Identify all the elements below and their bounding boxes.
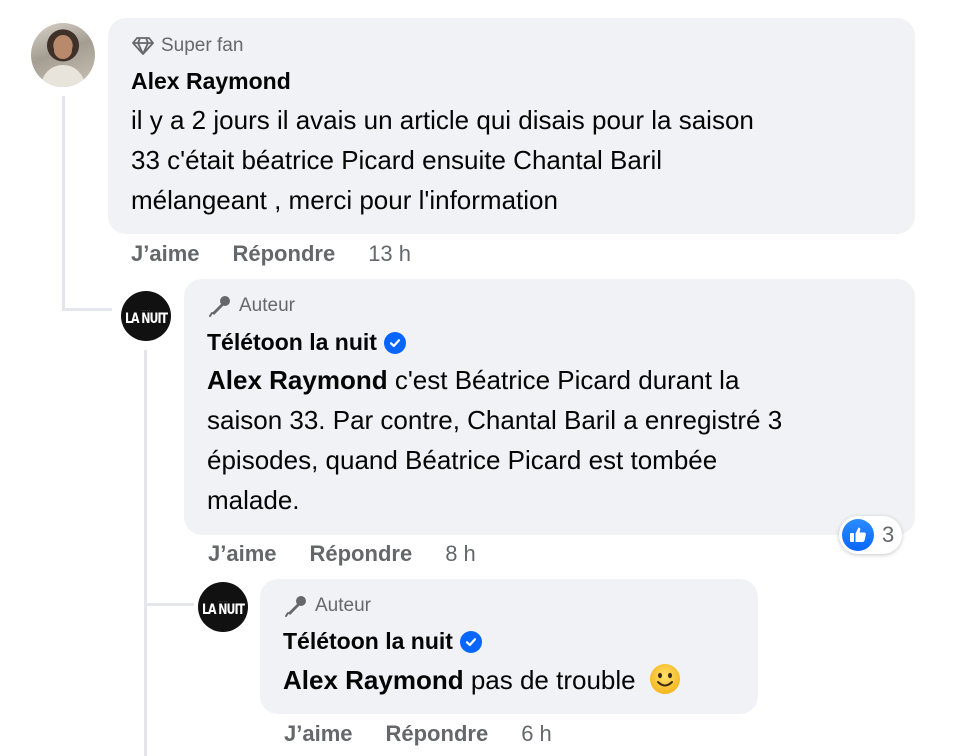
author-name[interactable]: Alex Raymond [131, 68, 291, 95]
reaction-count: 3 [882, 522, 895, 547]
timestamp[interactable]: 8 h [445, 541, 476, 567]
verified-badge-icon [383, 331, 406, 354]
author-badge: Auteur [284, 595, 371, 617]
thread-line-main [62, 96, 65, 311]
microphone-icon [208, 295, 232, 317]
thread-line-reply [144, 350, 147, 606]
badge-label: Super fan [161, 35, 244, 56]
comment-actions: J’aime Répondre 8 h [208, 541, 476, 567]
comment-bubble: Super fan Alex Raymond il y a 2 jours il… [108, 18, 915, 234]
like-button[interactable]: J’aime [131, 241, 200, 267]
comment-actions: J’aime Répondre 13 h [131, 241, 411, 267]
badge-label: Auteur [239, 295, 295, 316]
reaction-summary[interactable]: 3 [839, 516, 903, 554]
comment-line: saison 33. Par contre, Chantal Baril a e… [207, 405, 783, 435]
comment-line: malade. [207, 485, 300, 515]
comment-bubble: Auteur Télétoon la nuit Alex Raymond pas… [260, 579, 758, 714]
avatar[interactable]: ····· LA NUIT [121, 291, 171, 341]
author-name-text: Alex Raymond [131, 68, 291, 94]
author-name-text: Télétoon la nuit [283, 628, 453, 654]
reply-button[interactable]: Répondre [386, 721, 489, 747]
comment-text: Alex Raymond pas de trouble [283, 660, 753, 700]
avatar[interactable] [31, 23, 95, 87]
like-button[interactable]: J’aime [208, 541, 277, 567]
smiling-face-emoji-icon [649, 663, 681, 695]
diamond-icon [132, 36, 154, 56]
like-icon [842, 519, 874, 551]
comment-line: mélangeant , merci pour l'information [131, 185, 558, 215]
avatar-logo-text: LA NUIT [201, 600, 245, 618]
comment-line: il y a 2 jours il avais un article qui d… [131, 105, 754, 135]
author-name-text: Télétoon la nuit [207, 329, 377, 355]
comment-line: pas de trouble [463, 665, 636, 695]
author-badge: Auteur [208, 295, 295, 317]
like-button[interactable]: J’aime [284, 721, 353, 747]
author-name[interactable]: Télétoon la nuit [283, 628, 482, 655]
mention-link[interactable]: Alex Raymond [207, 365, 388, 395]
avatar[interactable]: ····· LA NUIT [198, 582, 248, 632]
comment-line: épisodes, quand Béatrice Picard est tomb… [207, 445, 718, 475]
thread-line-main-branch [62, 308, 112, 311]
author-name[interactable]: Télétoon la nuit [207, 329, 406, 356]
comment-text: il y a 2 jours il avais un article qui d… [131, 100, 901, 220]
comment-actions: J’aime Répondre 6 h [284, 721, 552, 747]
comment-bubble: Auteur Télétoon la nuit Alex Raymond c'e… [184, 279, 915, 535]
thread-line-reply-branch [144, 603, 194, 606]
badge-label: Auteur [315, 595, 371, 616]
avatar-logo-text: LA NUIT [124, 309, 168, 327]
comment-line: c'est Béatrice Picard durant la [387, 365, 740, 395]
reply-button[interactable]: Répondre [310, 541, 413, 567]
comment-line: 33 c'était béatrice Picard ensuite Chant… [131, 145, 663, 175]
mention-link[interactable]: Alex Raymond [283, 665, 464, 695]
timestamp[interactable]: 13 h [368, 241, 411, 267]
super-fan-badge: Super fan [132, 35, 243, 57]
timestamp[interactable]: 6 h [521, 721, 552, 747]
verified-badge-icon [459, 630, 482, 653]
thread-line-reply-continue [144, 606, 147, 756]
comment-text: Alex Raymond c'est Béatrice Picard duran… [207, 360, 907, 520]
microphone-icon [284, 595, 308, 617]
reply-button[interactable]: Répondre [233, 241, 336, 267]
